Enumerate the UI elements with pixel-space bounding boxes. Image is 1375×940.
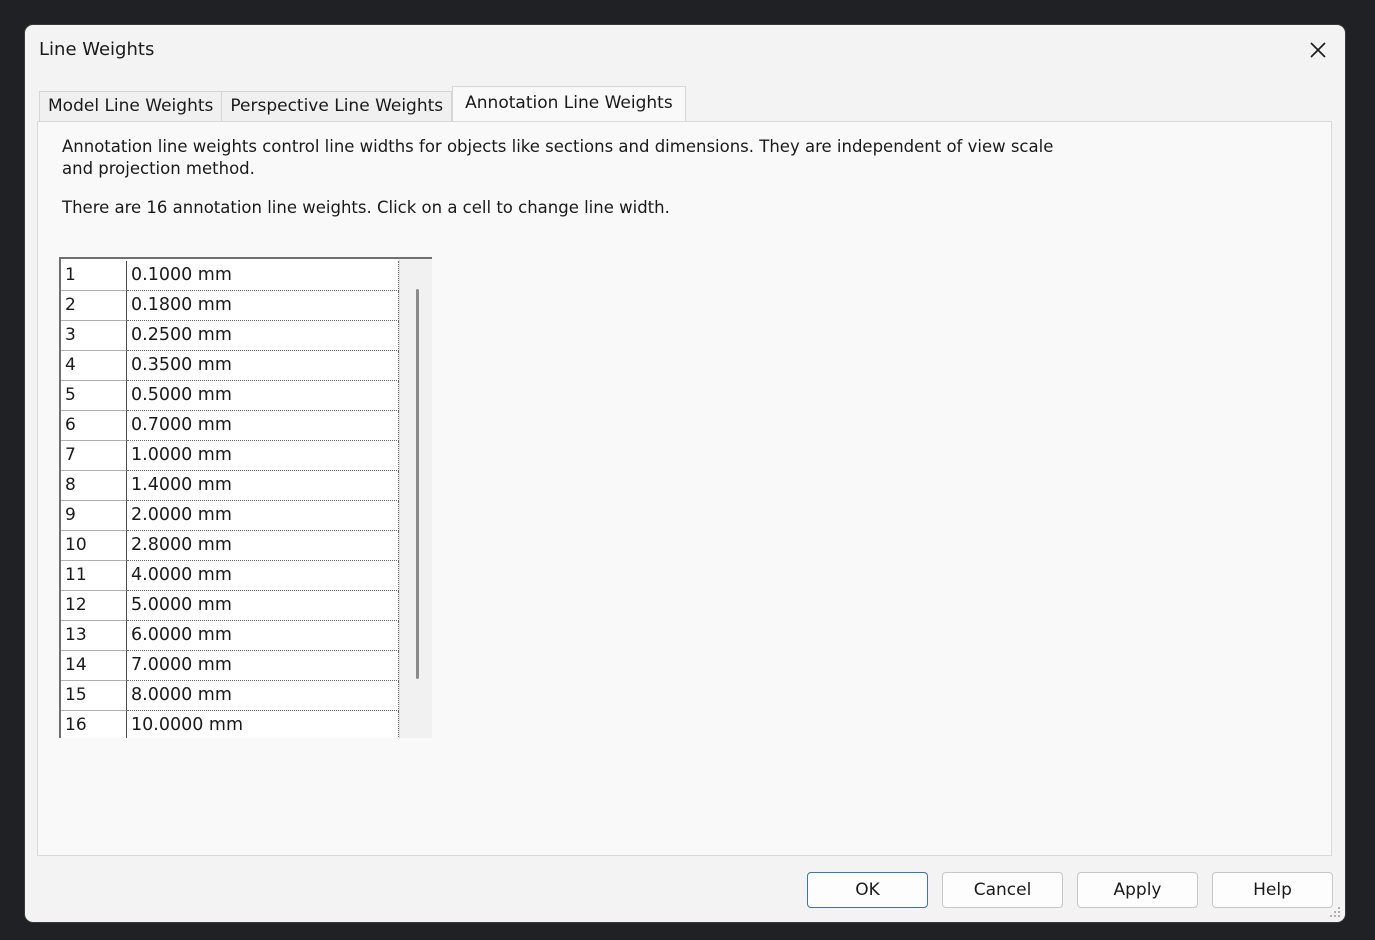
line-width-cell[interactable]: 6.0000 mm	[127, 621, 399, 651]
ok-button[interactable]: OK	[807, 872, 928, 908]
row-index-cell: 1	[61, 261, 127, 291]
row-index-cell: 12	[61, 591, 127, 621]
scroll-thumb[interactable]	[416, 289, 419, 679]
line-width-cell[interactable]: 0.7000 mm	[127, 411, 399, 441]
line-width-cell[interactable]: 0.5000 mm	[127, 381, 399, 411]
line-weights-grid: 1 0.1000 mm 2 0.1800 mm 3 0.2500 mm 4 0.3500 mm…	[59, 257, 432, 738]
line-width-cell[interactable]: 0.3500 mm	[127, 351, 399, 381]
grid-row: 12 5.0000 mm	[61, 591, 401, 621]
grid-row: 6 0.7000 mm	[61, 411, 401, 441]
resize-grip-icon[interactable]	[1329, 906, 1341, 918]
grid-row: 7 1.0000 mm	[61, 441, 401, 471]
row-index-cell: 13	[61, 621, 127, 651]
grid-row: 8 1.4000 mm	[61, 471, 401, 501]
close-button[interactable]	[1299, 33, 1337, 67]
tab-strip: Model Line Weights Perspective Line Weig…	[39, 86, 686, 121]
title-bar: Line Weights	[25, 25, 1345, 77]
grid-rows: 1 0.1000 mm 2 0.1800 mm 3 0.2500 mm 4 0.3500 mm…	[61, 261, 401, 738]
row-index-cell: 16	[61, 711, 127, 738]
tab-perspective-line-weights[interactable]: Perspective Line Weights	[222, 91, 453, 121]
line-weights-dialog: Line Weights Model Line Weights Perspect…	[25, 25, 1345, 922]
grid-row: 10 2.8000 mm	[61, 531, 401, 561]
row-index-cell: 10	[61, 531, 127, 561]
grid-scrollbar[interactable]	[399, 259, 432, 738]
row-index-cell: 6	[61, 411, 127, 441]
grid-row: 1 0.1000 mm	[61, 261, 401, 291]
row-index-cell: 2	[61, 291, 127, 321]
description-text: Annotation line weights control line wid…	[62, 137, 1054, 178]
grid-row: 2 0.1800 mm	[61, 291, 401, 321]
button-bar: OK Cancel Apply Help	[25, 863, 1345, 922]
apply-button[interactable]: Apply	[1077, 872, 1198, 908]
line-width-cell[interactable]: 4.0000 mm	[127, 561, 399, 591]
dialog-title: Line Weights	[39, 39, 155, 60]
grid-row: 14 7.0000 mm	[61, 651, 401, 681]
row-index-cell: 5	[61, 381, 127, 411]
tab-model-line-weights[interactable]: Model Line Weights	[39, 91, 223, 121]
row-index-cell: 11	[61, 561, 127, 591]
line-width-cell[interactable]: 5.0000 mm	[127, 591, 399, 621]
help-button[interactable]: Help	[1212, 872, 1333, 908]
line-width-cell[interactable]: 1.0000 mm	[127, 441, 399, 471]
row-index-cell: 14	[61, 651, 127, 681]
line-width-cell[interactable]: 1.4000 mm	[127, 471, 399, 501]
line-width-cell[interactable]: 0.1800 mm	[127, 291, 399, 321]
line-width-cell[interactable]: 8.0000 mm	[127, 681, 399, 711]
row-index-cell: 9	[61, 501, 127, 531]
grid-row: 9 2.0000 mm	[61, 501, 401, 531]
annotation-tab-panel: Annotation line weights control line wid…	[37, 121, 1332, 856]
line-width-cell[interactable]: 10.0000 mm	[127, 711, 399, 738]
row-index-cell: 7	[61, 441, 127, 471]
row-index-cell: 8	[61, 471, 127, 501]
row-index-cell: 3	[61, 321, 127, 351]
grid-row: 15 8.0000 mm	[61, 681, 401, 711]
line-width-cell[interactable]: 2.8000 mm	[127, 531, 399, 561]
grid-row: 16 10.0000 mm	[61, 711, 401, 738]
grid-row: 3 0.2500 mm	[61, 321, 401, 351]
close-icon	[1310, 42, 1326, 58]
line-width-cell[interactable]: 7.0000 mm	[127, 651, 399, 681]
cancel-button[interactable]: Cancel	[942, 872, 1063, 908]
line-width-cell[interactable]: 0.1000 mm	[127, 261, 399, 291]
tab-annotation-line-weights[interactable]: Annotation Line Weights	[452, 86, 686, 121]
row-index-cell: 4	[61, 351, 127, 381]
count-text: There are 16 annotation line weights. Cl…	[62, 198, 670, 217]
grid-row: 5 0.5000 mm	[61, 381, 401, 411]
grid-row: 11 4.0000 mm	[61, 561, 401, 591]
line-width-cell[interactable]: 0.2500 mm	[127, 321, 399, 351]
row-index-cell: 15	[61, 681, 127, 711]
grid-row: 4 0.3500 mm	[61, 351, 401, 381]
grid-row: 13 6.0000 mm	[61, 621, 401, 651]
line-width-cell[interactable]: 2.0000 mm	[127, 501, 399, 531]
